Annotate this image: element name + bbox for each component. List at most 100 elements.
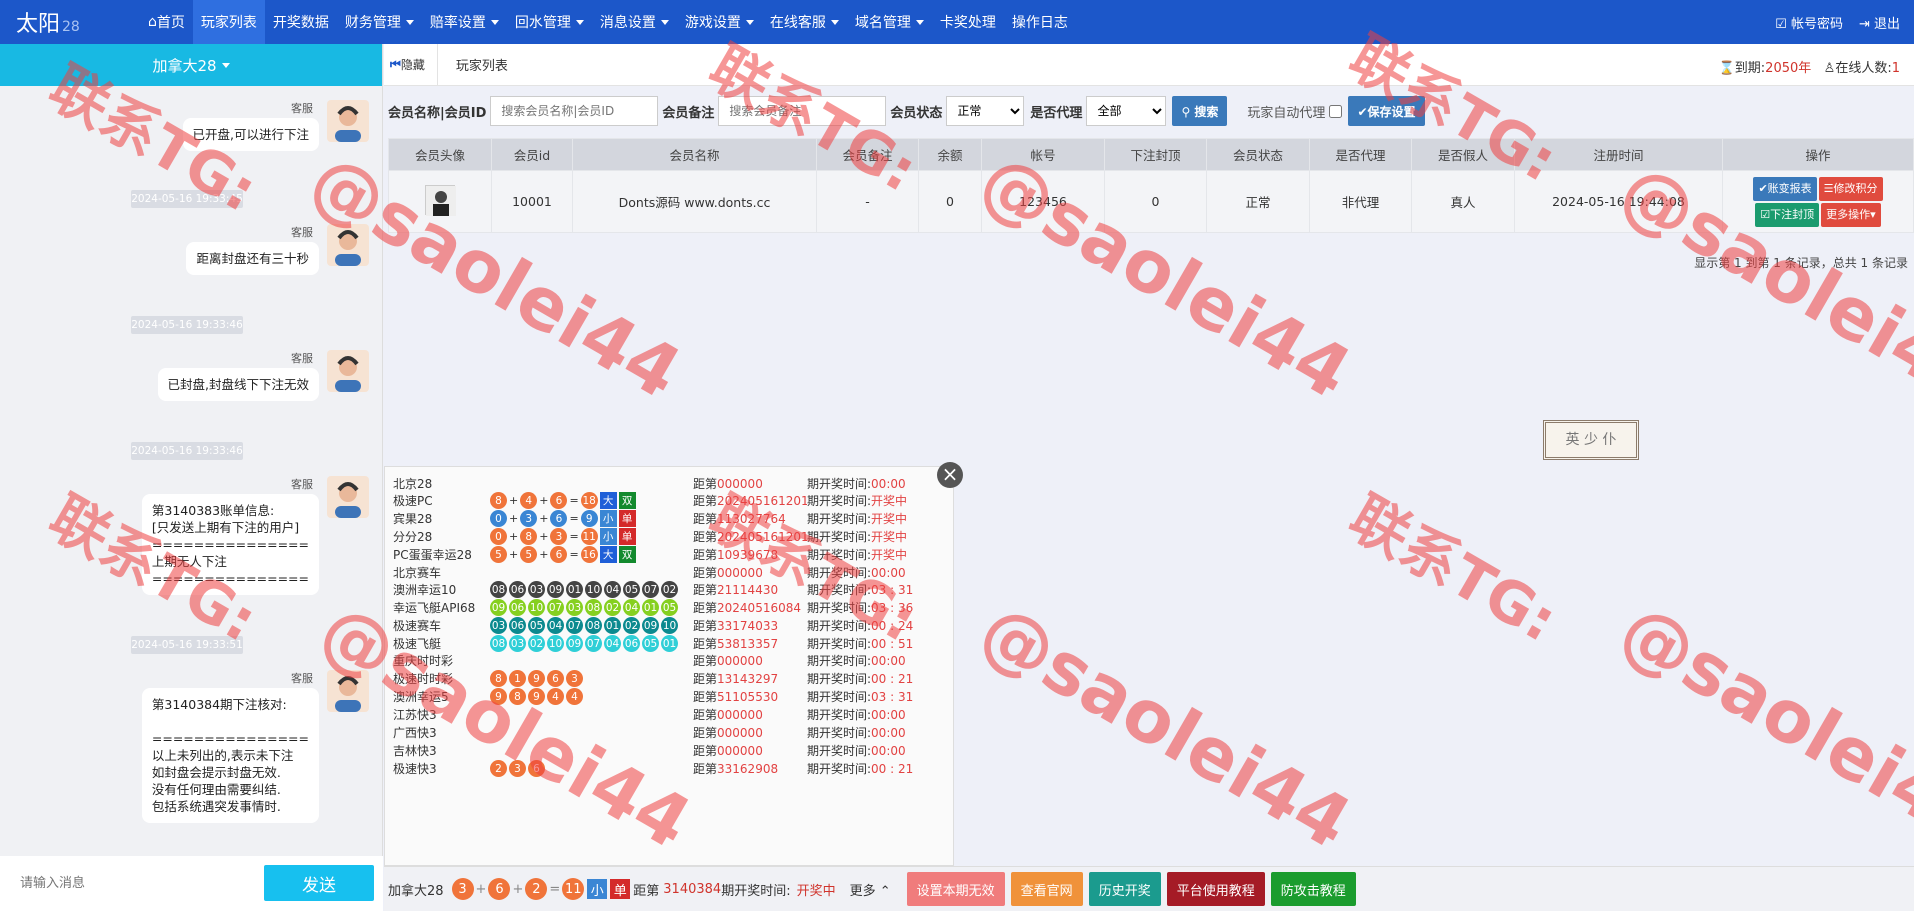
nav-player-list[interactable]: 玩家列表 <box>192 0 265 44</box>
lottery-period: 距第21114430 <box>693 581 807 598</box>
draw-ball: 02 <box>604 599 621 616</box>
message-bubble: 距离封盘还有三十秒 <box>186 242 319 275</box>
lottery-draw-time: 期开奖时间:03 : 31 <box>807 688 913 705</box>
user-icon: ♙ <box>1823 61 1836 76</box>
member-status-select[interactable]: 正常 <box>946 96 1025 126</box>
draw-ball: 10 <box>585 581 602 598</box>
action-label: 修改积分 <box>1833 181 1878 195</box>
plus-sign: + <box>509 530 519 543</box>
app-logo[interactable]: 太阳 28 <box>0 6 140 38</box>
period-number: 21114430 <box>717 583 779 597</box>
lottery-row: 宾果28 0 +3 +6 = 9 小单距第113027764 期开奖时间:开奖中 <box>393 510 948 527</box>
agent-select[interactable]: 全部 <box>1086 96 1167 126</box>
draw-ball: 4 <box>566 688 583 705</box>
message-bubble: 已开盘,可以进行下注 <box>182 118 319 151</box>
nav-support[interactable]: 在线客服 <box>762 0 847 44</box>
period-number: 33174033 <box>717 619 779 633</box>
lottery-draw-time: 期开奖时间:00:00 <box>807 724 906 741</box>
auto-agent-checkbox[interactable] <box>1329 104 1343 118</box>
history-draws-button[interactable]: 历史开奖 <box>1088 872 1161 906</box>
draw-time-value: 00 : 24 <box>871 619 914 633</box>
nav-home[interactable]: ⌂ 首页 <box>140 0 193 44</box>
member-remark-search-input[interactable] <box>718 96 887 126</box>
caret-down-icon <box>575 19 584 25</box>
draw-sum-ball: 16 <box>580 546 598 563</box>
edit-points-button[interactable]: ☰修改积分 <box>1818 176 1883 201</box>
nav-rebate[interactable]: 回水管理 <box>507 0 592 44</box>
lottery-balls: 08 03 02 10 09 07 04 06 05 01 <box>490 635 678 652</box>
period-number: 33162908 <box>717 762 779 776</box>
search-button[interactable]: ⚲ 搜索 <box>1172 96 1228 126</box>
draw-ball: 10 <box>528 599 545 616</box>
tab-player-list[interactable]: 玩家列表 <box>438 55 508 74</box>
member-name-search-input[interactable] <box>490 96 659 126</box>
chat-panel: 加拿大28 客服 已开盘,可以进行下注 2024-05-16 19:33:45 … <box>0 44 383 911</box>
draw-time-label: 期开奖时间: <box>807 530 872 544</box>
logo-text: 太阳 <box>16 12 61 37</box>
platform-tutorial-button[interactable]: 平台使用教程 <box>1166 872 1265 906</box>
action-label: 下注封顶 <box>1770 207 1815 221</box>
nav-oplog[interactable]: 操作日志 <box>1004 0 1076 44</box>
void-period-button[interactable]: 设置本期无效 <box>906 872 1005 906</box>
account-password-link[interactable]: ☑ 帐号密码 <box>1775 13 1843 32</box>
draw-ball: 2 <box>490 760 507 777</box>
member-avatar[interactable] <box>425 184 456 216</box>
logout-link[interactable]: ⇥ 退出 <box>1859 13 1900 32</box>
nav-finance[interactable]: 财务管理 <box>337 0 422 44</box>
close-icon[interactable]: × <box>937 462 963 488</box>
save-settings-button[interactable]: ✔保存设置 <box>1348 96 1425 126</box>
hide-sidebar-button[interactable]: ⏮ 隐藏 <box>384 43 438 86</box>
nav-label: 首页 <box>156 15 185 31</box>
more-actions-button[interactable]: 更多操作▾ <box>1821 202 1881 227</box>
chat-message-input[interactable] <box>20 863 260 904</box>
draw-time-label: 期开奖时间: <box>807 744 872 758</box>
period-prefix: 距第 <box>693 672 718 686</box>
nav-label: 玩家列表 <box>200 15 257 31</box>
member-avatar-cell <box>388 170 492 233</box>
draw-ball: 8 <box>520 528 538 545</box>
lottery-draw-time: 期开奖时间:00 : 24 <box>807 617 913 634</box>
official-site-button[interactable]: 查看官网 <box>1010 872 1083 906</box>
more-toggle[interactable]: 更多 ⌃ <box>850 880 891 899</box>
draw-ball: 03 <box>528 581 545 598</box>
draw-time-value: 开奖中 <box>871 548 908 562</box>
draw-ball: 6 <box>528 760 545 777</box>
caret-down-icon <box>745 19 754 25</box>
period-number: 51105530 <box>717 690 779 704</box>
nav-odds[interactable]: 赔率设置 <box>422 0 507 44</box>
draw-ball: 3 <box>550 528 568 545</box>
lottery-balls: 0 +3 +6 = 9 小单 <box>490 510 636 527</box>
lottery-period: 距第000000 <box>693 742 807 759</box>
column-header: 会员状态 <box>1206 138 1310 171</box>
nav-game[interactable]: 游戏设置 <box>677 0 762 44</box>
draw-time-label: 期开奖时间: <box>807 583 872 597</box>
lottery-period: 距第202405161201 <box>693 528 807 545</box>
draw-time-label: 期开奖时间: <box>807 654 872 668</box>
save-label: 保存设置 <box>1367 104 1416 119</box>
lottery-game-name: 澳洲幸运5 <box>393 690 449 704</box>
chat-input-bar: 发送 <box>0 856 383 911</box>
bet-cap-button[interactable]: ☑下注封顶 <box>1755 202 1820 227</box>
draw-ball: 02 <box>528 635 545 652</box>
member-name-cell: Donts源码 www.donts.cc <box>572 170 817 233</box>
lottery-game-name: PC蛋蛋幸运28 <box>393 548 472 562</box>
anti-attack-tutorial-button[interactable]: 防攻击教程 <box>1270 872 1356 906</box>
message-sender: 客服 <box>291 672 313 685</box>
draw-time-label: 期开奖时间: <box>807 477 872 491</box>
send-button[interactable]: 发送 <box>264 865 374 901</box>
nav-stuck-draw[interactable]: 卡奖处理 <box>932 0 1004 44</box>
lottery-row: 幸运飞艇API68 09 06 10 07 03 08 02 04 01 05 距第202405160… <box>393 599 948 616</box>
lottery-row: 极速飞艇 08 03 02 10 09 07 04 06 05 01 距第53813357 期开奖时间:… <box>393 635 948 652</box>
top-navbar: 太阳 28 ⌂ 首页 玩家列表 开奖数据 财务管理 赔率设置 回水管理 消息设置 … <box>0 0 1914 44</box>
ledger-report-button[interactable]: ✔账变报表 <box>1753 176 1817 201</box>
game-selector[interactable]: 加拿大28 <box>0 44 382 86</box>
lottery-game-name: 重庆时时彩 <box>393 654 454 668</box>
nav-message[interactable]: 消息设置 <box>592 0 677 44</box>
draw-ball: 08 <box>585 599 602 616</box>
period-prefix: 距第 <box>693 744 718 758</box>
lottery-period: 距第51105530 <box>693 688 807 705</box>
draw-ball: 05 <box>642 635 659 652</box>
nav-domain[interactable]: 域名管理 <box>847 0 932 44</box>
chat-message-list[interactable]: 客服 已开盘,可以进行下注 2024-05-16 19:33:45 客服 距离封… <box>0 86 383 856</box>
nav-draw-data[interactable]: 开奖数据 <box>265 0 337 44</box>
